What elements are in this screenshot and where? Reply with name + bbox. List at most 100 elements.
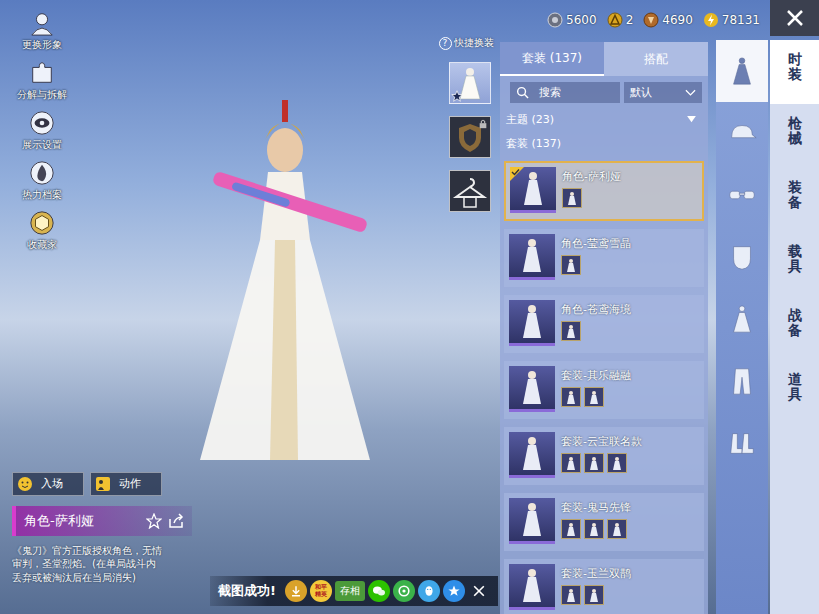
quick-slot[interactable] xyxy=(449,116,491,158)
part-thumbnail xyxy=(561,453,581,473)
outfit-parts xyxy=(561,453,642,473)
game-share-button[interactable]: 和平精英 xyxy=(310,580,332,602)
quick-slot[interactable] xyxy=(449,170,491,212)
sort-dropdown[interactable]: 默认 xyxy=(624,82,702,103)
figure-icon xyxy=(512,367,552,407)
category-column xyxy=(716,40,768,614)
menu-item[interactable]: 热力档案 xyxy=(12,160,72,202)
search-field[interactable]: 搜索 xyxy=(510,82,620,103)
qzone-share-button[interactable] xyxy=(443,580,465,602)
figure-icon xyxy=(512,301,552,341)
outfit-item[interactable]: 套装-其乐融融 xyxy=(504,361,704,419)
lock-icon xyxy=(478,119,488,129)
pants-icon xyxy=(727,366,757,396)
outfit-name: 套装-玉兰双鹊 xyxy=(561,566,631,581)
outfit-item[interactable]: 套装-鬼马先锋 xyxy=(504,493,704,551)
theme-group[interactable]: 主题 (23) xyxy=(500,107,708,131)
figure-icon xyxy=(512,565,552,605)
outfit-info: 套装-玉兰双鹊 xyxy=(561,564,631,612)
figure-icon xyxy=(513,168,553,208)
search-row: 搜索 默认 xyxy=(500,76,708,107)
action-button[interactable]: 动作 xyxy=(90,472,162,496)
main-tab-label: 战备 xyxy=(788,308,802,360)
badge-icon xyxy=(29,210,55,236)
category-item[interactable] xyxy=(716,350,768,412)
outfit-description: 《鬼刀》官方正版授权角色，无情审判，圣堂烈焰。(在单局战斗内丢弃或被淘汰后在当局… xyxy=(12,544,164,585)
main-tab[interactable]: 战备 xyxy=(770,296,819,360)
main-tab-label: 载具 xyxy=(788,244,802,296)
search-placeholder: 搜索 xyxy=(539,85,561,100)
action-bar: 入场 动作 xyxy=(12,472,440,496)
download-share-button[interactable] xyxy=(285,580,307,602)
share-icon[interactable] xyxy=(168,513,184,529)
qq-share-button[interactable] xyxy=(418,580,440,602)
main-tab[interactable]: 时装 xyxy=(770,40,819,104)
menu-item[interactable]: 分解与拆解 xyxy=(12,60,72,102)
main-tab[interactable]: 道具 xyxy=(770,360,819,424)
outfit-info: 套装-其乐融融 xyxy=(561,366,631,414)
part-thumbnail xyxy=(584,519,604,539)
main-tab-label: 时装 xyxy=(788,52,802,104)
quick-change-title: ?快捷换装 xyxy=(439,36,494,50)
magnifier-icon xyxy=(516,86,529,99)
help-icon[interactable]: ? xyxy=(439,37,452,50)
category-item[interactable] xyxy=(716,40,768,102)
panel-tab[interactable]: 套装 (137) xyxy=(500,42,604,76)
outfit-name: 套装-鬼马先锋 xyxy=(561,500,631,515)
close-icon xyxy=(471,583,487,599)
main-tab[interactable]: 枪械 xyxy=(770,104,819,168)
chevron-down-icon xyxy=(685,89,696,97)
menu-item[interactable]: 展示设置 xyxy=(12,110,72,152)
menu-item[interactable]: 收藏家 xyxy=(12,210,72,252)
moments-share-button[interactable] xyxy=(393,580,415,602)
outfit-thumbnail xyxy=(509,366,555,412)
outfit-name: 套装-其乐融融 xyxy=(561,368,631,383)
favorite-star-icon[interactable] xyxy=(146,513,162,529)
close-button[interactable] xyxy=(770,0,819,36)
main-tab[interactable]: 载具 xyxy=(770,232,819,296)
part-thumbnail xyxy=(561,387,581,407)
outfit-thumbnail xyxy=(509,564,555,610)
outfit-parts xyxy=(561,387,631,407)
main-tab[interactable]: 装备 xyxy=(770,168,819,232)
outfit-thumbnail xyxy=(509,432,555,478)
currency: 5600 xyxy=(547,12,597,28)
panel-tabs: 套装 (137)搭配 xyxy=(500,42,708,76)
mask-icon xyxy=(727,242,757,272)
outfit-info: 套装-鬼马先锋 xyxy=(561,498,631,546)
outfit-item[interactable]: 角色-苍鸢海境 xyxy=(504,295,704,353)
right-block: 56002469078131套装 (137)搭配搜索默认主题 (23)套装 (1… xyxy=(500,0,819,614)
figure-icon xyxy=(563,587,579,603)
outfit-item[interactable]: 套装-玉兰双鹊 xyxy=(504,559,704,614)
part-thumbnail xyxy=(561,519,581,539)
category-item[interactable] xyxy=(716,226,768,288)
quick-slot[interactable] xyxy=(449,62,491,104)
outfit-parts xyxy=(561,585,631,605)
outfit-item[interactable]: 角色-莹鸢雪晶 xyxy=(504,229,704,287)
outfit-list: 角色-萨利娅角色-莹鸢雪晶角色-苍鸢海境套装-其乐融融套装-云宝联名款套装-鬼马… xyxy=(500,155,708,614)
menu-item[interactable]: 更换形象 xyxy=(12,10,72,52)
outfit-item[interactable]: 套装-云宝联名款 xyxy=(504,427,704,485)
part-thumbnail xyxy=(607,453,627,473)
category-item[interactable] xyxy=(716,288,768,350)
figure-icon xyxy=(586,455,602,471)
category-item[interactable] xyxy=(716,102,768,164)
wechat-share-button[interactable] xyxy=(368,580,390,602)
save-album-button[interactable]: 存相 xyxy=(335,581,365,601)
currency: 78131 xyxy=(703,12,760,28)
sort-value: 默认 xyxy=(630,85,652,100)
action-label: 动作 xyxy=(119,476,141,491)
star-icon xyxy=(451,90,463,102)
outfit-parts xyxy=(562,188,621,208)
part-thumbnail xyxy=(561,585,581,605)
category-item[interactable] xyxy=(716,412,768,474)
menu-label: 收藏家 xyxy=(27,238,57,252)
outfit-thumbnail xyxy=(509,498,555,544)
action-button[interactable]: 入场 xyxy=(12,472,84,496)
outfit-item[interactable]: 角色-萨利娅 xyxy=(504,161,704,221)
close-share-button[interactable] xyxy=(468,580,490,602)
triangle-icon xyxy=(687,116,696,123)
category-item[interactable] xyxy=(716,164,768,226)
figure-icon xyxy=(563,389,579,405)
panel-tab[interactable]: 搭配 xyxy=(604,42,708,76)
